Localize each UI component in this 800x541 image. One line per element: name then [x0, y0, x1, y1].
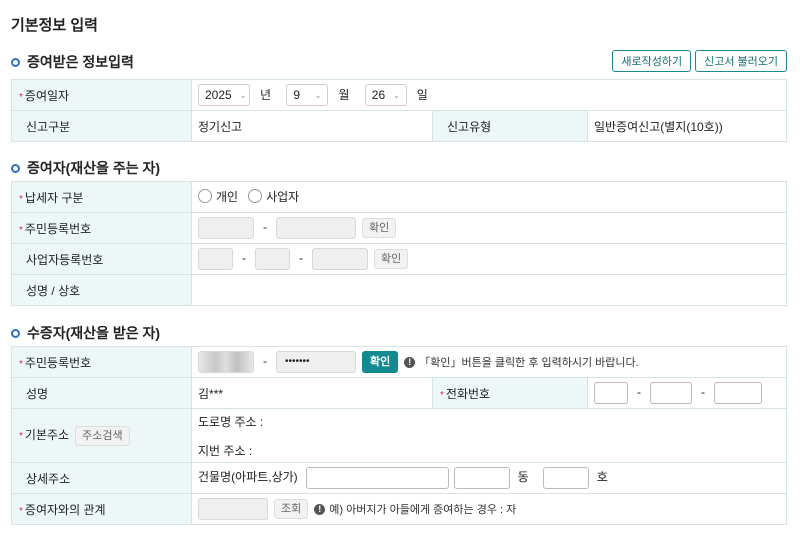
donor-brn-label: 사업자등록번호: [12, 244, 192, 275]
recipient-name-value: 김***: [192, 378, 433, 409]
day-select[interactable]: 26 ⌄: [365, 84, 407, 106]
donor-name-value: [192, 275, 787, 306]
required-icon: *: [19, 359, 23, 370]
donor-rrn-back-input[interactable]: [276, 217, 356, 239]
hint-text: 예) 아버지가 아들에게 증여하는 경우 : 자: [329, 501, 516, 517]
dash: -: [701, 385, 705, 399]
phone-part3-input[interactable]: [714, 382, 762, 404]
donor-rrn-front-input[interactable]: [198, 217, 254, 239]
brn-part1-input[interactable]: [198, 248, 233, 270]
donation-info-table: *증여일자 2025⌄년 9⌄월 26⌄일 신고구분정기신고 신고유형일반증여신…: [11, 79, 787, 142]
bullet-icon: [11, 329, 20, 338]
info-icon: !: [404, 357, 415, 368]
lot-address: 지번 주소 :: [198, 442, 780, 459]
day-value: 26: [372, 88, 385, 102]
page-title: 기본정보 입력: [11, 14, 98, 35]
building-label: 건물명(아파트,상가): [198, 470, 298, 484]
report-kind-value: 일반증여신고(별지(10호)): [588, 111, 787, 142]
year-unit: 년: [260, 88, 271, 102]
date-label: 증여일자: [25, 89, 69, 103]
donor-table: *납세자 구분 개인사업자 *주민등록번호 -확인 사업자등록번호 --확인 성…: [11, 181, 787, 306]
dash: -: [263, 220, 267, 234]
recipient-table: *주민등록번호 -•••••••확인!「확인」버튼을 클릭한 후 입력하시기 바…: [11, 346, 787, 525]
required-icon: *: [19, 194, 23, 205]
info-hint: ! 「확인」버튼을 클릭한 후 입력하시기 바랍니다.: [404, 354, 638, 370]
recipient-rrn-back-input[interactable]: •••••••: [276, 351, 356, 373]
donor-brn-confirm-button[interactable]: 확인: [374, 249, 408, 269]
info-icon: !: [314, 504, 325, 515]
building-name-input[interactable]: [306, 467, 449, 489]
chevron-down-icon: ⌄: [240, 91, 247, 100]
month-unit: 월: [338, 88, 349, 102]
brn-part2-input[interactable]: [255, 248, 290, 270]
radio-business[interactable]: 사업자: [248, 188, 299, 205]
ho-input[interactable]: [543, 467, 589, 489]
address-label: 기본주소: [25, 428, 69, 442]
donor-rrn-confirm-button[interactable]: 확인: [362, 218, 396, 238]
required-icon: *: [440, 390, 444, 401]
brn-part3-input[interactable]: [312, 248, 368, 270]
road-address: 도로명 주소 :: [198, 413, 780, 430]
phone-label: 전화번호: [446, 387, 490, 401]
chevron-down-icon: ⌄: [315, 91, 322, 100]
ho-label: 호: [597, 470, 608, 484]
recipient-rrn-front-input[interactable]: [198, 351, 254, 373]
relation-label: 증여자와의 관계: [25, 503, 106, 517]
relation-lookup-button[interactable]: 조회: [274, 499, 308, 519]
donor-name-label: 성명 / 상호: [12, 275, 192, 306]
required-icon: *: [19, 506, 23, 517]
phone-part1-input[interactable]: [594, 382, 628, 404]
load-report-button[interactable]: 신고서 불러오기: [695, 50, 787, 72]
radio-label: 사업자: [266, 188, 299, 205]
dash: -: [242, 251, 246, 265]
recipient-name-label: 성명: [12, 378, 192, 409]
bullet-icon: [11, 58, 20, 67]
report-type-value: 정기신고: [192, 111, 433, 142]
dash: -: [299, 251, 303, 265]
section-title: 증여자(재산을 주는 자): [27, 158, 160, 178]
radio-individual[interactable]: 개인: [198, 188, 238, 205]
hint-text: 「확인」버튼을 클릭한 후 입력하시기 바랍니다.: [419, 354, 638, 370]
day-unit: 일: [417, 88, 428, 102]
radio-label: 개인: [216, 188, 238, 205]
section-donation-info-header: 증여받은 정보입력: [11, 52, 134, 72]
year-select[interactable]: 2025 ⌄: [198, 84, 250, 106]
required-icon: *: [19, 225, 23, 236]
relation-input[interactable]: [198, 498, 268, 520]
dong-label: 동: [518, 470, 529, 484]
recipient-rrn-confirm-button[interactable]: 확인: [362, 351, 398, 373]
year-value: 2025: [205, 88, 232, 102]
section-recipient-header: 수증자(재산을 받은 자): [11, 323, 160, 343]
chevron-down-icon: ⌄: [393, 91, 400, 100]
report-type-label: 신고구분: [12, 111, 192, 142]
month-select[interactable]: 9⌄: [286, 84, 328, 106]
required-icon: *: [19, 431, 23, 442]
info-hint: ! 예) 아버지가 아들에게 증여하는 경우 : 자: [314, 501, 516, 517]
new-form-button[interactable]: 새로작성하기: [612, 50, 691, 72]
required-icon: *: [19, 92, 23, 103]
radio-circle-icon: [198, 189, 212, 203]
dong-input[interactable]: [454, 467, 510, 489]
bullet-icon: [11, 164, 20, 173]
month-value: 9: [293, 88, 300, 102]
donor-rrn-label: 주민등록번호: [25, 222, 91, 236]
recipient-rrn-label: 주민등록번호: [25, 356, 91, 370]
dash: -: [637, 385, 641, 399]
section-donor-header: 증여자(재산을 주는 자): [11, 158, 160, 178]
section-title: 수증자(재산을 받은 자): [27, 323, 160, 343]
taxpayer-type-label: 납세자 구분: [25, 191, 84, 205]
dash: -: [263, 354, 267, 368]
address-search-button[interactable]: 주소검색: [75, 426, 129, 446]
report-kind-label: 신고유형: [433, 111, 588, 142]
section-title: 증여받은 정보입력: [27, 52, 134, 72]
detail-address-label: 상세주소: [12, 463, 192, 494]
radio-circle-icon: [248, 189, 262, 203]
phone-part2-input[interactable]: [650, 382, 692, 404]
